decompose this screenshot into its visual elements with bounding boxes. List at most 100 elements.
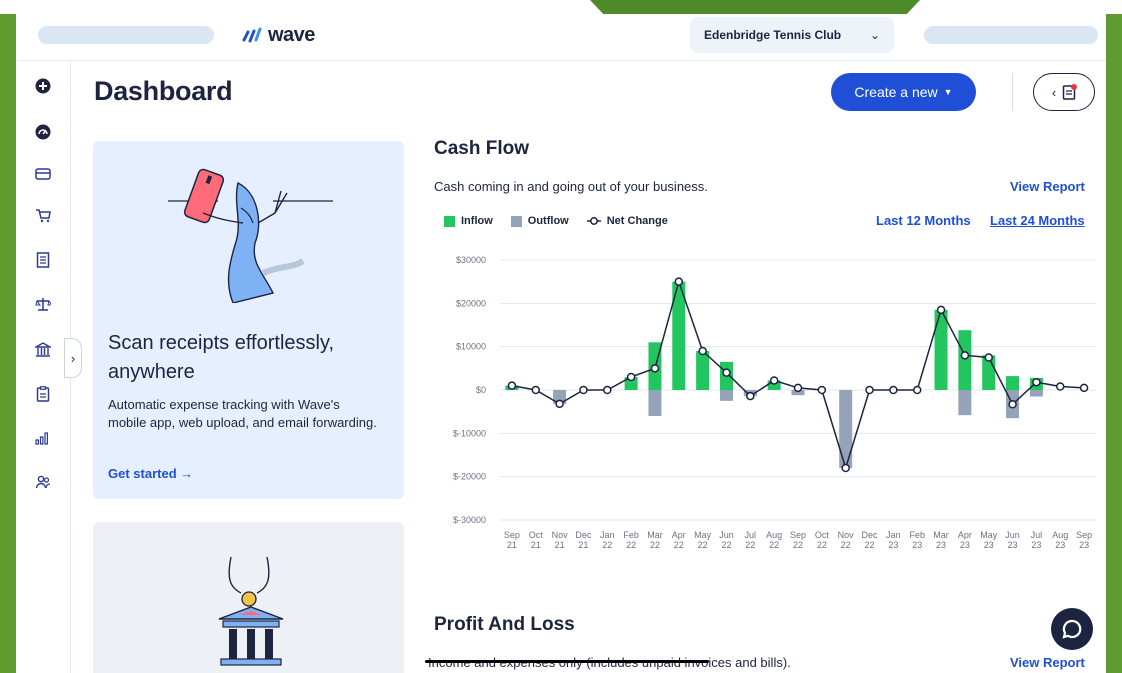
net-change-point	[1079, 383, 1089, 393]
bar-chart-icon[interactable]	[34, 429, 52, 447]
x-tick-label: 21	[578, 540, 588, 550]
x-tick-label: 23	[984, 540, 994, 550]
net-change-point	[650, 364, 660, 373]
x-tick-label: Nov	[552, 530, 569, 540]
x-tick-label: May	[980, 530, 998, 540]
y-tick-label: $0	[476, 385, 486, 395]
x-tick-label: Dec	[575, 530, 592, 540]
wave-logo[interactable]: wave	[242, 24, 315, 47]
scale-icon[interactable]	[34, 295, 52, 313]
chevron-left-icon: ‹	[1051, 84, 1057, 100]
bank-icon[interactable]	[34, 341, 52, 359]
x-tick-label: Oct	[815, 530, 830, 540]
x-tick-label: Jun	[719, 530, 734, 540]
inflow-bar	[696, 351, 710, 390]
x-tick-label: 22	[865, 540, 875, 550]
header-divider	[1012, 73, 1013, 111]
app-window: wave Edenbridge Tennis Club ⌄ › Dashboar…	[16, 14, 1106, 673]
x-tick-label: Jun	[1005, 530, 1020, 540]
x-tick-label: Nov	[838, 530, 855, 540]
get-started-link[interactable]: Get started →	[108, 466, 193, 481]
y-tick-label: $30000	[456, 255, 486, 265]
x-tick-label: Feb	[623, 530, 639, 540]
promo-body: Automatic expense tracking with Wave's m…	[108, 397, 377, 430]
x-tick-label: 23	[888, 540, 898, 550]
net-change-point	[579, 385, 588, 395]
chat-button[interactable]	[1051, 608, 1093, 650]
outflow-bar	[719, 390, 733, 401]
chevron-down-icon: ⌄	[869, 28, 880, 42]
placeholder-pill-left	[38, 26, 214, 44]
side-panel-toggle-button[interactable]: ‹	[1033, 73, 1095, 111]
x-tick-label: Mar	[933, 530, 949, 540]
outflow-bar	[648, 390, 662, 416]
inflow-bar	[934, 309, 948, 390]
y-tick-label: $-10000	[453, 428, 486, 438]
cart-icon[interactable]	[34, 207, 52, 225]
net-change-point	[841, 463, 850, 473]
net-change-point	[746, 391, 755, 401]
bank-promo-card	[93, 522, 404, 673]
x-tick-label: 22	[769, 540, 779, 550]
people-icon[interactable]	[34, 473, 52, 491]
x-tick-label: 22	[698, 540, 708, 550]
y-tick-label: $20000	[456, 298, 486, 308]
x-tick-label: 21	[555, 540, 565, 550]
x-tick-label: 22	[674, 540, 684, 550]
x-tick-label: 21	[531, 540, 541, 550]
x-tick-label: Apr	[672, 530, 686, 540]
last-12-months-link[interactable]: Last 12 Months	[876, 213, 971, 228]
x-tick-label: 23	[936, 540, 946, 550]
dashboard-icon[interactable]	[34, 123, 52, 141]
clipboard-icon[interactable]	[34, 385, 52, 403]
x-tick-label: 22	[626, 540, 636, 550]
outflow-bar	[958, 390, 972, 416]
net-change-point	[889, 385, 898, 395]
page-title: Dashboard	[94, 76, 233, 106]
notification-dot	[1071, 84, 1077, 90]
x-tick-label: Mar	[647, 530, 663, 540]
caret-down-icon: ▼	[943, 87, 953, 97]
promo-heading: Scan receipts effortlessly, anywhere	[108, 332, 335, 383]
inflow-bar	[1006, 376, 1020, 390]
receipt-icon[interactable]	[34, 251, 52, 269]
net-change-point	[722, 368, 731, 377]
net-change-line	[511, 279, 1085, 471]
x-tick-label: May	[694, 530, 712, 540]
x-tick-label: 23	[1055, 540, 1065, 550]
net-change-point	[793, 383, 803, 393]
create-new-button[interactable]: Create a new ▼	[831, 73, 976, 111]
x-tick-label: 23	[960, 540, 970, 550]
outflow-bar	[839, 390, 853, 468]
x-tick-label: Jul	[1031, 530, 1043, 540]
x-tick-label: Sep	[504, 530, 520, 540]
x-tick-label: 22	[841, 540, 851, 550]
net-change-point	[865, 385, 874, 395]
logo-text: wave	[268, 24, 315, 46]
last-24-months-link[interactable]: Last 24 Months	[990, 213, 1085, 228]
plus-circle-icon[interactable]	[34, 77, 52, 95]
sidebar-expand-toggle[interactable]: ›	[64, 338, 82, 378]
chevron-right-icon: ›	[70, 350, 76, 366]
profit-loss-view-report-link[interactable]: View Report	[1010, 655, 1085, 670]
business-selector[interactable]: Edenbridge Tennis Club ⌄	[690, 17, 894, 53]
x-tick-label: 22	[793, 540, 803, 550]
net-change-point	[984, 353, 993, 362]
x-tick-label: Dec	[862, 530, 879, 540]
credit-card-icon[interactable]	[34, 165, 52, 183]
outflow-bar	[1029, 390, 1043, 397]
y-tick-label: $10000	[456, 342, 486, 352]
x-tick-label: Aug	[766, 530, 782, 540]
sidebar	[16, 61, 71, 673]
x-tick-label: Aug	[1052, 530, 1068, 540]
x-tick-label: 22	[650, 540, 660, 550]
cash-flow-view-report-link[interactable]: View Report	[1010, 179, 1085, 194]
legend-outflow: Outflow	[510, 215, 569, 227]
y-tick-label: $-20000	[453, 472, 486, 482]
x-tick-label: 23	[1008, 540, 1018, 550]
net-change-point	[555, 399, 564, 409]
chat-bubble-icon	[1062, 619, 1082, 639]
create-new-label: Create a new	[854, 84, 938, 100]
net-change-point	[960, 351, 970, 360]
screen-tab-shape	[590, 0, 920, 14]
